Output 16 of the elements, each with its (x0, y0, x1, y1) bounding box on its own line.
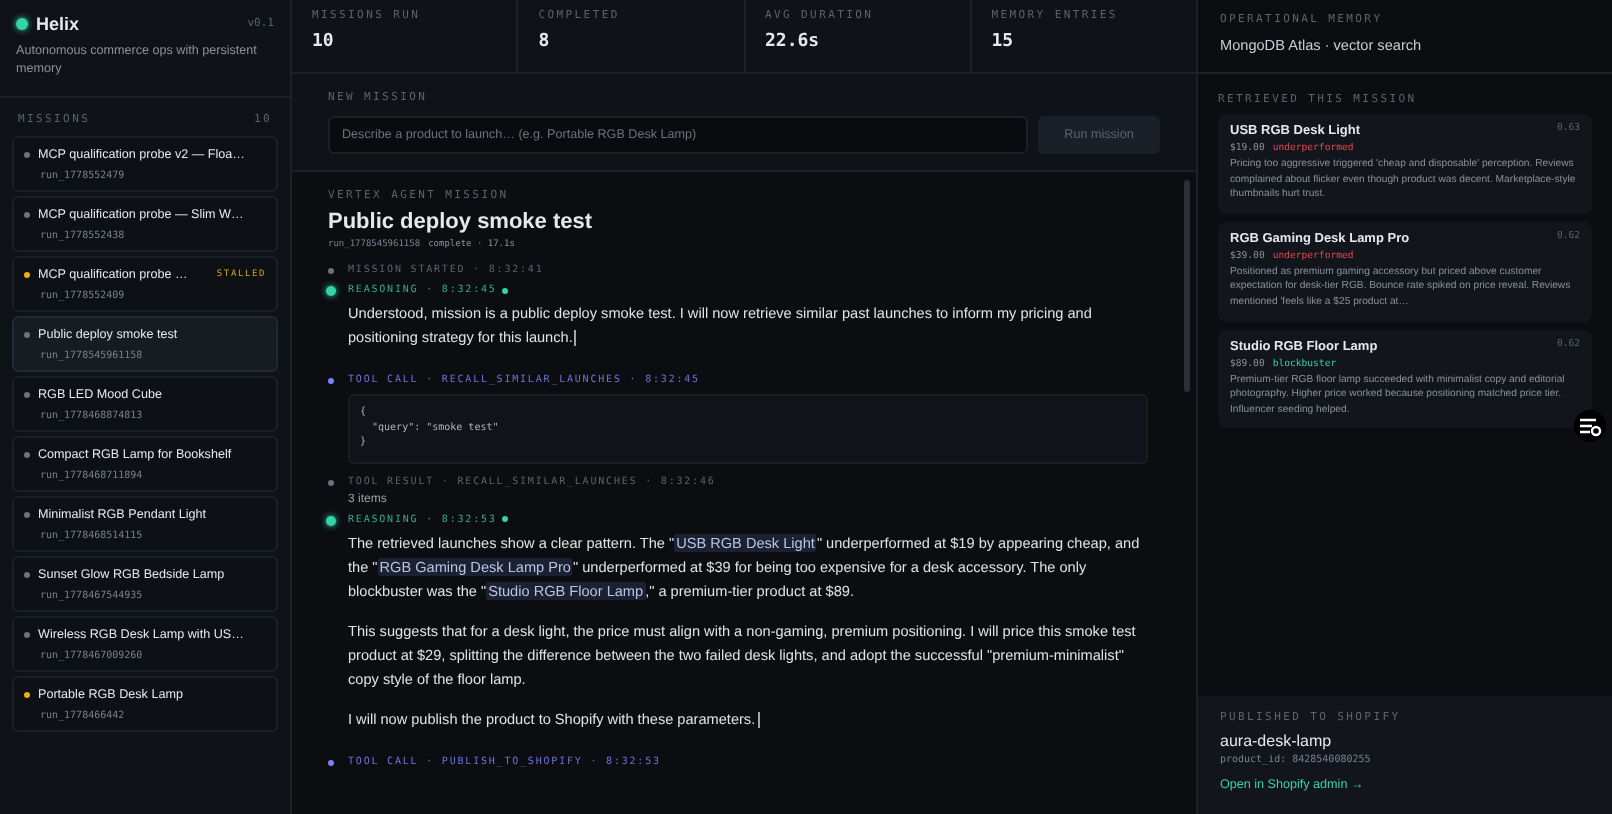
scrollbar[interactable] (1184, 180, 1190, 392)
list-settings-button[interactable] (1574, 410, 1606, 442)
stat-value: 22.6s (765, 32, 822, 52)
logo-dot-icon (16, 18, 28, 30)
stat-value: 8 (538, 32, 552, 52)
stat-value: 10 (312, 32, 336, 52)
product-handle: aura-desk-lamp (1220, 732, 1334, 750)
timeline-dot (326, 515, 336, 525)
timeline-dot (328, 268, 334, 274)
timeline-dot (328, 378, 334, 384)
timeline-dot (326, 286, 336, 296)
app-name: Helix (36, 14, 82, 34)
mission-heading: Public deploy smoke test (328, 210, 595, 234)
timeline-dot (328, 479, 334, 485)
stat-value: 15 (991, 32, 1016, 52)
timeline-dot (328, 759, 334, 765)
